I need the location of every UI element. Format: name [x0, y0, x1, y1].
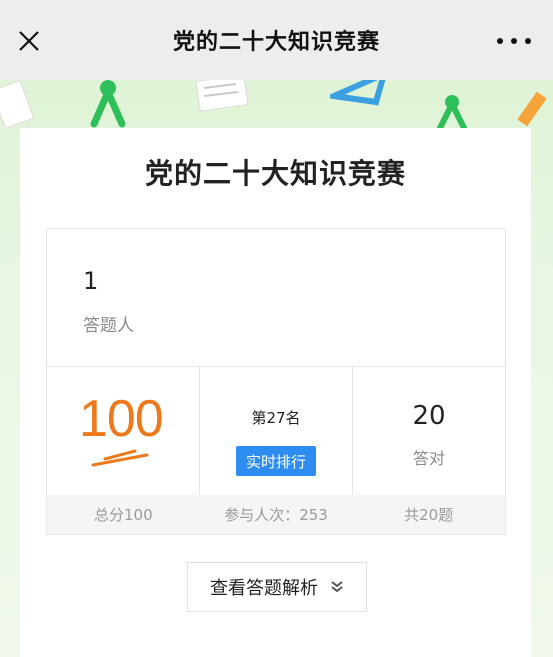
- live-ranking-button[interactable]: 实时排行: [236, 446, 316, 476]
- triangle-ruler-icon: [330, 80, 386, 106]
- respondents-label: 答题人: [83, 316, 134, 336]
- double-chevron-down-icon: [331, 581, 343, 593]
- stats-grid: 100 第27名 实时排行 20 答对: [47, 367, 505, 495]
- score-underline-icon: [91, 449, 149, 467]
- stats-panel: 1 答题人 100 第27名 实时排行 20 答对 总分100 参与人次：253…: [46, 228, 506, 535]
- rank-cell: 第27名 实时排行: [200, 367, 353, 495]
- more-icon[interactable]: [497, 30, 531, 52]
- stats-footer: 总分100 参与人次：253 共20题: [47, 495, 505, 534]
- card-title: 党的二十大知识竞赛: [144, 157, 406, 190]
- compass-icon-right: [437, 95, 467, 130]
- paper-icon-left: [0, 80, 34, 129]
- question-total-text: 共20题: [404, 506, 454, 524]
- total-score-text: 总分100: [94, 506, 153, 524]
- pencil-icon: [518, 91, 547, 127]
- respondents-count: 1: [83, 267, 99, 295]
- quiz-result-card: 党的二十大知识竞赛 1 答题人 100 第27名 实时排行 20 答对 总分10…: [20, 128, 531, 657]
- top-navbar: 党的二十大知识竞赛: [0, 0, 553, 80]
- view-analysis-button[interactable]: 查看答题解析: [187, 562, 367, 612]
- view-analysis-label: 查看答题解析: [210, 578, 318, 599]
- correct-cell: 20 答对: [353, 367, 505, 495]
- score-value: 100: [79, 390, 164, 448]
- page-title: 党的二十大知识竞赛: [172, 30, 380, 55]
- rank-text: 第27名: [251, 409, 301, 427]
- score-cell: 100: [47, 367, 200, 495]
- respondents-section: 1 答题人: [47, 229, 505, 367]
- close-icon[interactable]: [14, 26, 44, 56]
- participants-text: 参与人次：253: [224, 506, 328, 524]
- paper-icon: [196, 80, 248, 112]
- correct-label: 答对: [412, 449, 445, 468]
- correct-count: 20: [412, 401, 446, 431]
- compass-icon: [90, 80, 126, 128]
